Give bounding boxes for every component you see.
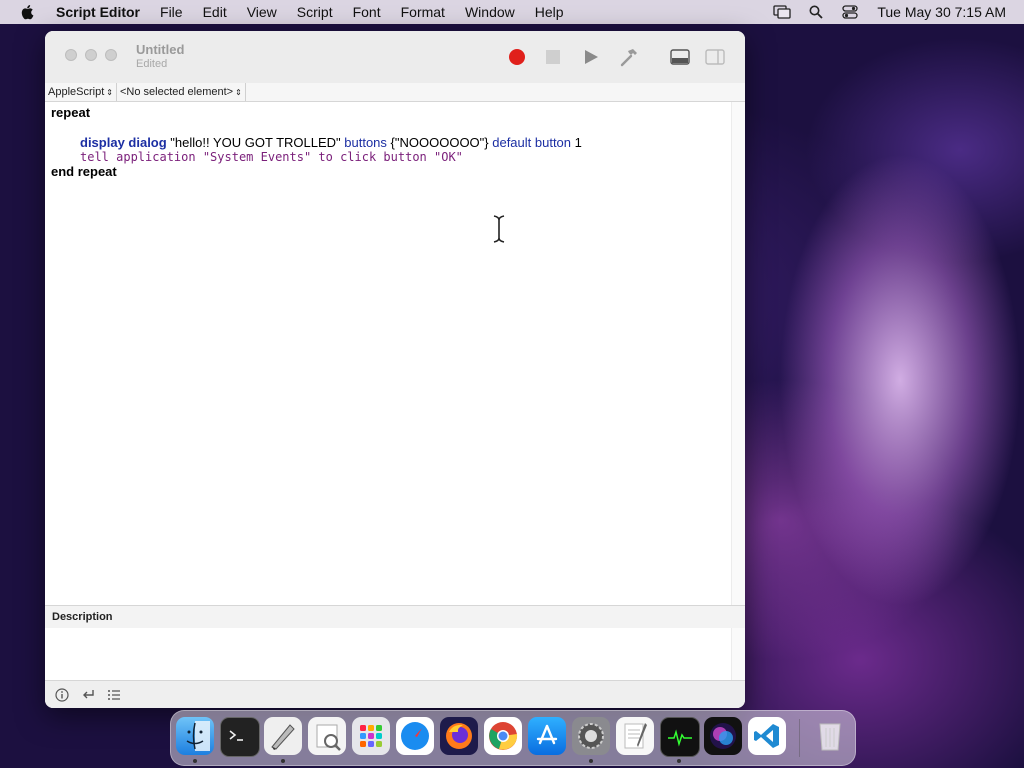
vscode-icon[interactable] (748, 717, 786, 755)
script-editor-text-area[interactable]: repeat display dialog "hello!! YOU GOT T… (45, 102, 731, 605)
running-indicator (281, 759, 285, 763)
firefox-icon[interactable] (440, 717, 478, 755)
editor-scrollbar[interactable] (731, 102, 745, 605)
spotlight-search-icon[interactable] (805, 3, 827, 21)
list-icon[interactable] (105, 686, 123, 704)
code-param-buttons: buttons (344, 135, 387, 150)
code-param-default-button: default button (492, 135, 572, 150)
description-label: Description (52, 611, 113, 623)
menu-edit[interactable]: Edit (193, 4, 237, 20)
code-list: {"NOOOOOOO"} (386, 135, 493, 150)
menu-font[interactable]: Font (343, 4, 391, 20)
code-number: 1 (571, 135, 582, 150)
minimize-window-button[interactable] (85, 49, 97, 61)
return-arrow-icon[interactable] (79, 686, 97, 704)
description-text-area[interactable] (45, 628, 731, 680)
text-cursor-icon (492, 214, 506, 244)
menu-window[interactable]: Window (455, 4, 525, 20)
run-button[interactable] (579, 45, 603, 69)
window-subtitle: Edited (136, 58, 168, 70)
element-selector-label: <No selected element> (119, 86, 234, 98)
running-indicator (193, 759, 197, 763)
running-indicator (677, 759, 681, 763)
language-selector[interactable]: AppleScript ⇕ (45, 83, 117, 101)
safari-icon[interactable] (396, 717, 434, 755)
updown-chevron-icon: ⇕ (235, 87, 242, 97)
menu-app-name[interactable]: Script Editor (50, 4, 150, 20)
menu-script[interactable]: Script (287, 4, 343, 20)
script-editor-window: Untitled Edited AppleScript ⇕ <No select… (45, 31, 745, 708)
compile-hammer-icon[interactable] (617, 45, 641, 69)
updown-chevron-icon: ⇕ (106, 87, 113, 97)
menu-bar: Script Editor File Edit View Script Font… (0, 0, 1024, 24)
window-toolbar: Untitled Edited (45, 31, 745, 84)
show-log-icon[interactable] (668, 45, 692, 69)
menu-help[interactable]: Help (525, 4, 574, 20)
zoom-window-button[interactable] (105, 49, 117, 61)
script-editor-dock-icon[interactable] (264, 717, 302, 755)
trash-icon[interactable] (811, 717, 849, 755)
navigation-bar: AppleScript ⇕ <No selected element> ⇕ (45, 83, 745, 102)
dock (170, 710, 856, 766)
preview-icon[interactable] (308, 717, 346, 755)
bottom-toolbar (45, 680, 745, 708)
close-window-button[interactable] (65, 49, 77, 61)
textedit-icon[interactable] (616, 717, 654, 755)
menu-view[interactable]: View (237, 4, 287, 20)
menubar-clock[interactable]: Tue May 30 7:15 AM (877, 4, 1006, 20)
menu-format[interactable]: Format (391, 4, 455, 20)
launchpad-icon[interactable] (352, 717, 390, 755)
info-icon[interactable] (53, 686, 71, 704)
screen-mirroring-icon[interactable] (771, 3, 793, 21)
code-line-repeat: repeat (51, 105, 91, 120)
show-sidebar-icon[interactable] (703, 45, 727, 69)
code-line-display-dialog: display dialog "hello!! YOU GOT TROLLED"… (80, 135, 582, 150)
activity-monitor-icon[interactable] (660, 717, 700, 757)
running-indicator (589, 759, 593, 763)
language-selector-label: AppleScript (48, 86, 105, 98)
chrome-icon[interactable] (484, 717, 522, 755)
description-scrollbar[interactable] (731, 628, 745, 680)
terminal-icon[interactable] (220, 717, 260, 757)
description-header: Description (45, 605, 745, 629)
apple-menu-icon[interactable] (18, 3, 36, 21)
dock-separator (799, 719, 800, 757)
code-line-end-repeat: end repeat (51, 164, 117, 179)
control-center-icon[interactable] (839, 3, 861, 21)
siri-icon[interactable] (704, 717, 742, 755)
code-string: "hello!! YOU GOT TROLLED" (166, 135, 345, 150)
window-title: Untitled (136, 42, 185, 57)
finder-icon[interactable] (176, 717, 214, 755)
menu-file[interactable]: File (150, 4, 193, 20)
record-button[interactable] (505, 45, 529, 69)
code-line-tell: tell application "System Events" to clic… (80, 150, 463, 164)
element-selector[interactable]: <No selected element> ⇕ (117, 83, 246, 101)
stop-button[interactable] (541, 45, 565, 69)
app-store-icon[interactable] (528, 717, 566, 755)
system-preferences-icon[interactable] (572, 717, 610, 755)
code-command: display dialog (80, 135, 167, 150)
